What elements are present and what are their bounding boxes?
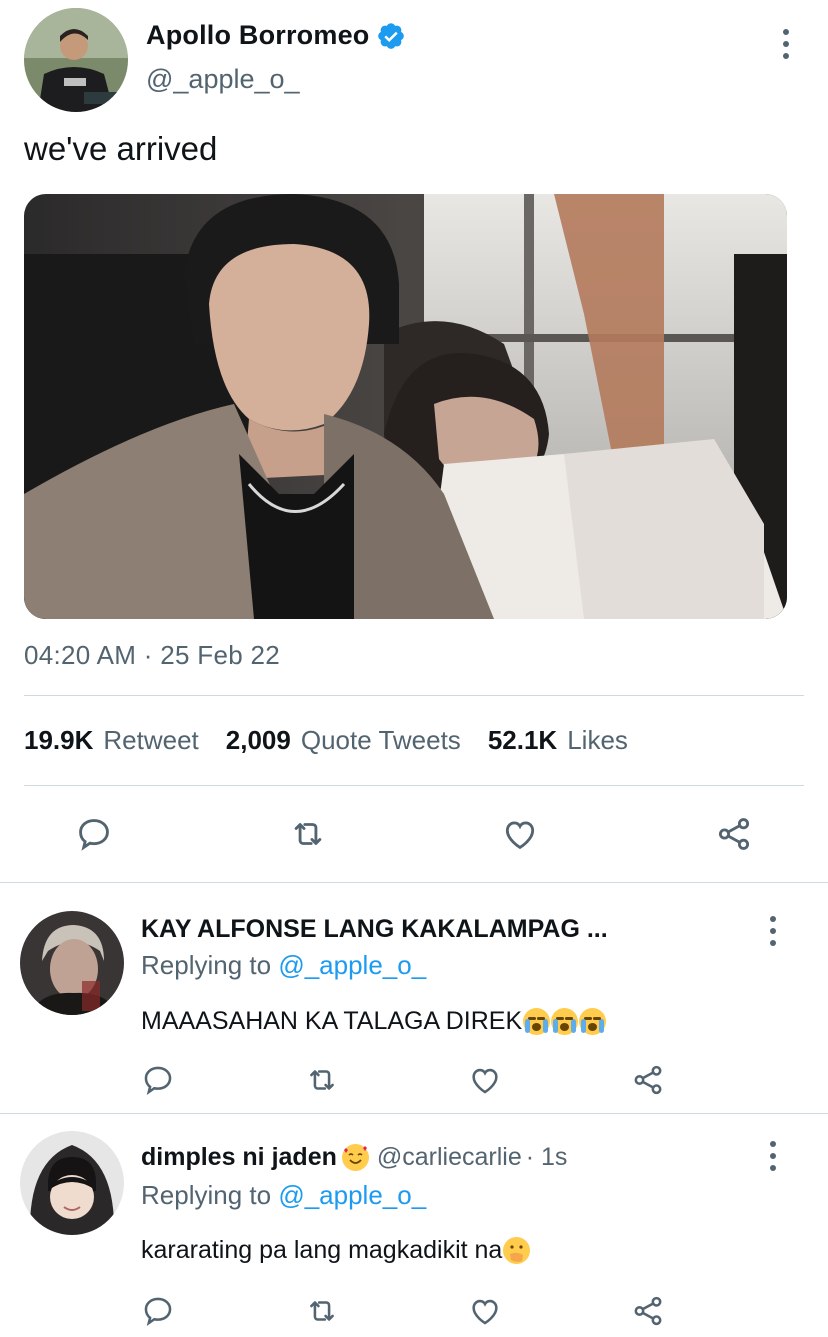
replying-to-prefix: Replying to <box>141 1180 279 1210</box>
tweet-stats: 19.9K Retweet 2,009 Quote Tweets 52.1K L… <box>24 725 628 756</box>
reply-button[interactable] <box>74 814 114 854</box>
reply-author-name-text[interactable]: KAY ALFONSE LANG KAKALAMPAG ... <box>141 915 608 944</box>
replying-to-handle-link[interactable]: @_apple_o_ <box>278 1180 426 1210</box>
loudly-crying-face-icon <box>551 1008 579 1035</box>
share-icon <box>634 1296 662 1326</box>
author-name[interactable]: Apollo Borromeo <box>146 20 406 51</box>
reply-button[interactable] <box>138 1291 178 1331</box>
author-name-text[interactable]: Apollo Borromeo <box>146 20 370 51</box>
reply-text: kararating pa lang magkadikit na <box>141 1236 531 1265</box>
loudly-crying-face-icon <box>523 1008 551 1035</box>
retweet-icon <box>310 1301 334 1321</box>
tweet-text: we've arrived <box>24 130 218 167</box>
reply-text: MAAASAHAN KA TALAGA DIREK <box>141 1007 607 1036</box>
like-icon <box>472 1299 498 1325</box>
reply-author-name[interactable]: KAY ALFONSE LANG KAKALAMPAG ... <box>141 915 608 944</box>
reply-icon <box>144 1297 172 1326</box>
more-options-icon[interactable] <box>781 29 791 59</box>
tweet-media-photo[interactable] <box>24 194 787 619</box>
retweet-stat[interactable]: 19.9K Retweet <box>24 725 199 756</box>
more-options-icon[interactable] <box>768 916 778 946</box>
tweet-timestamp[interactable]: 04:20 AM · 25 Feb 22 <box>24 640 280 671</box>
likes-label: Likes <box>567 725 628 755</box>
like-icon <box>505 821 535 850</box>
reply-text-content: kararating pa lang magkadikit na <box>141 1236 503 1264</box>
retweet-button[interactable] <box>302 1060 342 1100</box>
divider <box>24 695 804 696</box>
more-options-icon[interactable] <box>768 1141 778 1171</box>
retweet-count: 19.9K <box>24 725 94 755</box>
replying-to-prefix: Replying to <box>141 950 279 980</box>
share-icon <box>634 1065 662 1095</box>
like-button[interactable] <box>465 1060 505 1100</box>
reply-button[interactable] <box>138 1060 178 1100</box>
retweet-icon <box>310 1070 334 1090</box>
author-avatar[interactable] <box>24 8 128 112</box>
retweet-button[interactable] <box>288 814 328 854</box>
replying-to-handle-link[interactable]: @_apple_o_ <box>278 950 426 980</box>
verified-badge-icon <box>377 22 404 49</box>
retweet-icon <box>294 823 322 845</box>
divider <box>24 785 804 786</box>
share-button[interactable] <box>628 1291 668 1331</box>
quote-tweets-count: 2,009 <box>225 725 291 755</box>
retweet-button[interactable] <box>302 1291 342 1331</box>
like-button[interactable] <box>500 814 540 854</box>
reply-author-handle[interactable]: @carliecarlie <box>377 1143 522 1172</box>
share-button[interactable] <box>628 1060 668 1100</box>
author-handle[interactable]: @_apple_o_ <box>146 64 300 95</box>
face-with-hand-over-mouth-icon <box>503 1237 531 1264</box>
divider <box>0 882 828 883</box>
reply-author-name-text[interactable]: dimples ni jaden <box>141 1143 337 1172</box>
reply-text-content: MAAASAHAN KA TALAGA DIREK <box>141 1007 523 1035</box>
quote-tweets-stat[interactable]: 2,009 Quote Tweets <box>226 725 461 756</box>
reply-time[interactable]: · 1s <box>526 1143 568 1172</box>
share-button[interactable] <box>714 814 754 854</box>
loudly-crying-face-icon <box>579 1008 607 1035</box>
like-icon <box>472 1068 498 1094</box>
share-icon <box>718 818 750 850</box>
reply-avatar[interactable] <box>20 911 124 1015</box>
divider <box>0 1113 828 1114</box>
likes-stat[interactable]: 52.1K Likes <box>488 725 628 756</box>
reply-avatar[interactable] <box>20 1131 124 1235</box>
reply-icon <box>79 819 109 851</box>
reply-icon <box>144 1066 172 1095</box>
replying-to-line: Replying to @_apple_o_ <box>141 950 426 981</box>
retweet-label: Retweet <box>103 725 199 755</box>
likes-count: 52.1K <box>487 725 558 755</box>
replying-to-line: Replying to @_apple_o_ <box>141 1180 426 1211</box>
smiling-face-with-hearts-icon <box>341 1144 369 1171</box>
like-button[interactable] <box>465 1291 505 1331</box>
quote-tweets-label: Quote Tweets <box>300 725 461 755</box>
reply-author-line[interactable]: dimples ni jaden @carliecarlie · 1s <box>141 1143 567 1172</box>
